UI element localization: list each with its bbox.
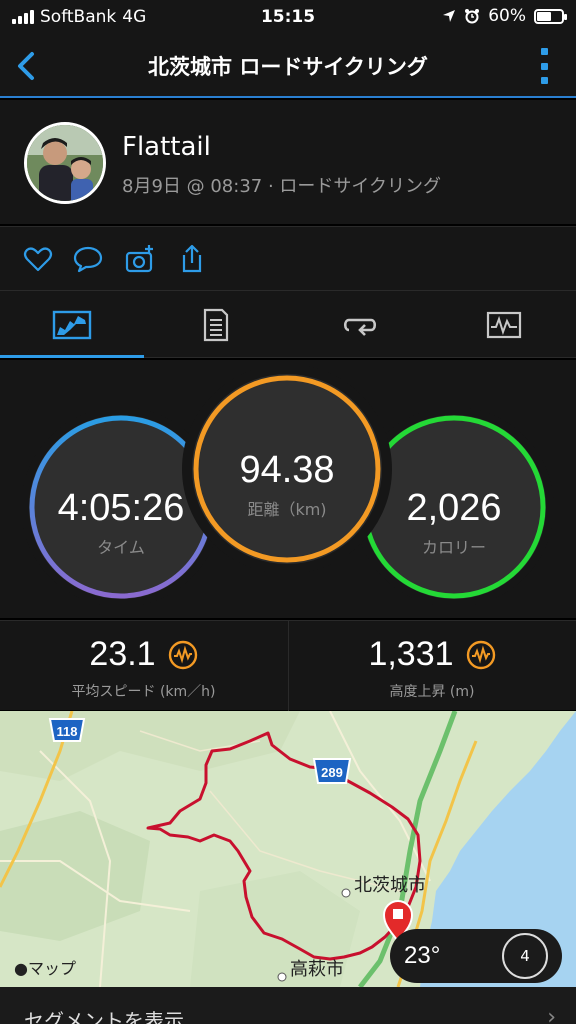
tab-stats[interactable]: [144, 291, 288, 358]
apple-maps-logo: ●マップ: [14, 959, 76, 978]
road-shield-118: 118: [48, 718, 86, 742]
tab-charts[interactable]: [432, 291, 576, 358]
weather-pill[interactable]: 23° 4: [390, 929, 562, 983]
weather-temp: 23°: [404, 942, 441, 969]
stats-icon: [203, 308, 229, 341]
detail-tabs: [0, 290, 576, 358]
social-actions: [0, 226, 576, 290]
time-value: 4:05:26: [58, 487, 185, 529]
segments-row[interactable]: セグメントを表示 ›: [0, 987, 576, 1024]
elevation-label: 高度上昇 (m): [389, 684, 475, 700]
road-shield-289: 289: [312, 758, 352, 784]
tab-laps[interactable]: [288, 291, 432, 358]
elevation-value: 1,331: [368, 635, 454, 673]
avatar[interactable]: [24, 122, 106, 204]
distance-value: 94.38: [239, 449, 334, 491]
add-photo-icon[interactable]: [124, 243, 156, 275]
pulse-icon: [466, 640, 495, 669]
user-name[interactable]: Flattail: [122, 132, 211, 162]
avg-speed-value: 23.1: [89, 635, 156, 673]
overview-icon: [52, 310, 92, 339]
segments-label: セグメントを表示: [24, 1009, 184, 1024]
share-icon[interactable]: [176, 243, 208, 275]
route-map[interactable]: 118 289 北茨城市 高萩市 ●マップ 23° 4: [0, 711, 576, 987]
distance-ring: 94.38 距離（km): [182, 364, 392, 574]
wind-speed: 4: [520, 947, 530, 965]
battery-fill: [537, 11, 552, 21]
status-bar: SoftBank 4G 15:15 60%: [0, 0, 576, 34]
avg-speed-stat[interactable]: 23.1 平均スピード (km／h): [0, 621, 287, 711]
chart-icon: [486, 311, 522, 338]
avg-speed-label: 平均スピード (km／h): [71, 684, 216, 700]
alarm-icon: [465, 9, 480, 24]
more-options-icon[interactable]: [538, 48, 550, 84]
city-kitaibaraki: 北茨城市: [354, 875, 426, 896]
battery-percent: 60%: [488, 6, 526, 26]
wind-indicator: 4: [502, 933, 548, 979]
location-icon: [443, 10, 456, 22]
tab-overview[interactable]: [0, 291, 144, 358]
apple-maps-label: マップ: [27, 959, 76, 978]
road-118-label: 118: [57, 724, 78, 739]
elevation-stat[interactable]: 1,331 高度上昇 (m): [288, 621, 575, 711]
distance-label: 距離（km): [247, 500, 326, 519]
road-289-label: 289: [321, 765, 343, 780]
calories-value: 2,026: [406, 487, 501, 529]
city-takahagi: 高萩市: [290, 959, 344, 980]
heart-icon[interactable]: [22, 243, 54, 275]
chevron-right-icon: ›: [547, 1005, 556, 1024]
page-title: 北茨城市 ロードサイクリング: [148, 55, 428, 79]
back-icon[interactable]: [10, 48, 46, 84]
activity-header: Flattail 8月9日 @ 08:37 · ロードサイクリング: [0, 100, 576, 224]
nav-bar: 北茨城市 ロードサイクリング: [0, 34, 576, 98]
stats-row: 23.1 平均スピード (km／h) 1,331 高度上昇 (m): [0, 620, 576, 711]
summary-rings: 4:05:26 タイム 2,026 カロリー 94.38 距離（km): [0, 360, 576, 618]
battery-icon: [534, 8, 567, 24]
laps-icon: [343, 318, 377, 336]
calories-label: カロリー: [422, 538, 486, 557]
activity-subtitle: 8月9日 @ 08:37 · ロードサイクリング: [122, 176, 442, 197]
comment-icon[interactable]: [72, 243, 104, 275]
time-label: タイム: [97, 538, 145, 557]
pulse-icon: [168, 640, 197, 669]
status-right: 60%: [442, 6, 567, 26]
